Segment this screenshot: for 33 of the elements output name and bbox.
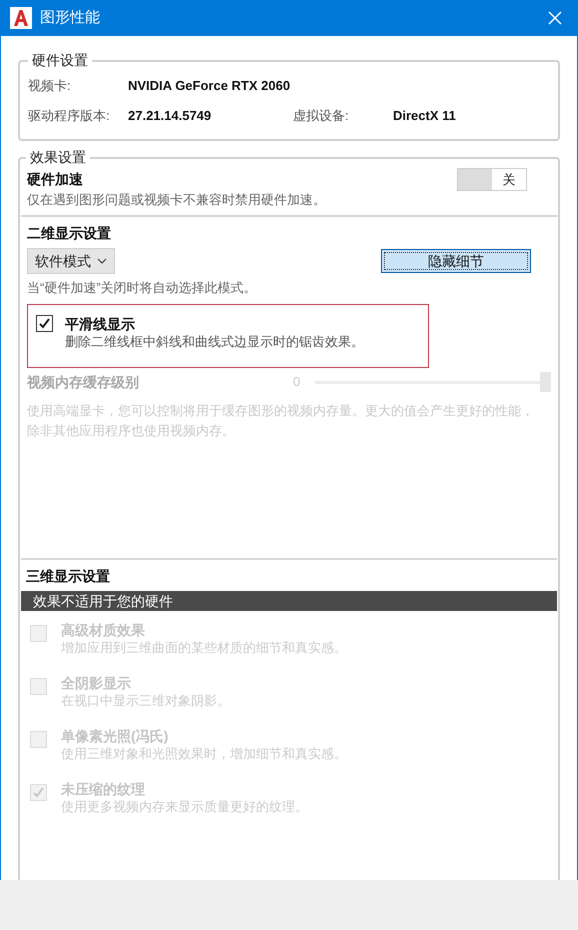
field-label: 驱动程序版本: [28, 107, 111, 126]
setting-description: 仅在遇到图形问题或视频卡不兼容时禁用硬件加速。 [27, 191, 327, 209]
checkmark-icon [38, 316, 51, 330]
setting-title: 硬件加速 [27, 170, 83, 189]
mode-note: 当“硬件加速”关闭时将自动选择此模式。 [27, 279, 258, 297]
window-title: 图形性能 [40, 8, 100, 28]
mode-dropdown[interactable]: 软件模式 [27, 248, 115, 274]
field-value: DirectX 11 [393, 107, 456, 126]
field-label: 虚拟设备: [293, 107, 350, 126]
field-value: NVIDIA GeForce RTX 2060 [128, 77, 292, 96]
cache-slider[interactable] [315, 372, 551, 392]
app-logo-icon [10, 7, 32, 29]
option-title: 未压缩的纹理 [61, 780, 146, 798]
option-title: 高级材质效果 [61, 621, 146, 639]
toggle-label: 关 [502, 170, 516, 189]
field-value: 27.21.14.5749 [128, 107, 212, 126]
section-heading: 二维显示设置 [27, 224, 112, 243]
toggle-switch[interactable]: 关 [457, 168, 527, 191]
close-icon[interactable] [547, 10, 563, 26]
group-title: 硬件设置 [31, 51, 89, 70]
chevron-down-icon [97, 258, 107, 264]
option-title: 全阴影显示 [61, 674, 132, 692]
slider-label: 视频内存缓存级别 [27, 372, 140, 392]
option-description: 删除二维线框中斜线和曲线式边显示时的锯齿效果。 [65, 332, 364, 350]
field-label: 视频卡: [28, 77, 72, 96]
checkmark-icon [32, 786, 45, 799]
option-title: 单像素光照(冯氏) [61, 727, 170, 745]
option-title: 平滑线显示 [65, 314, 136, 332]
checkbox[interactable] [36, 314, 53, 332]
group-title: 效果设置 [29, 148, 87, 167]
section-heading: 三维显示设置 [25, 567, 111, 586]
notice-banner: 效果不适用于您的硬件 [21, 591, 557, 611]
hide-details-button[interactable]: 隐藏细节 [381, 249, 531, 273]
